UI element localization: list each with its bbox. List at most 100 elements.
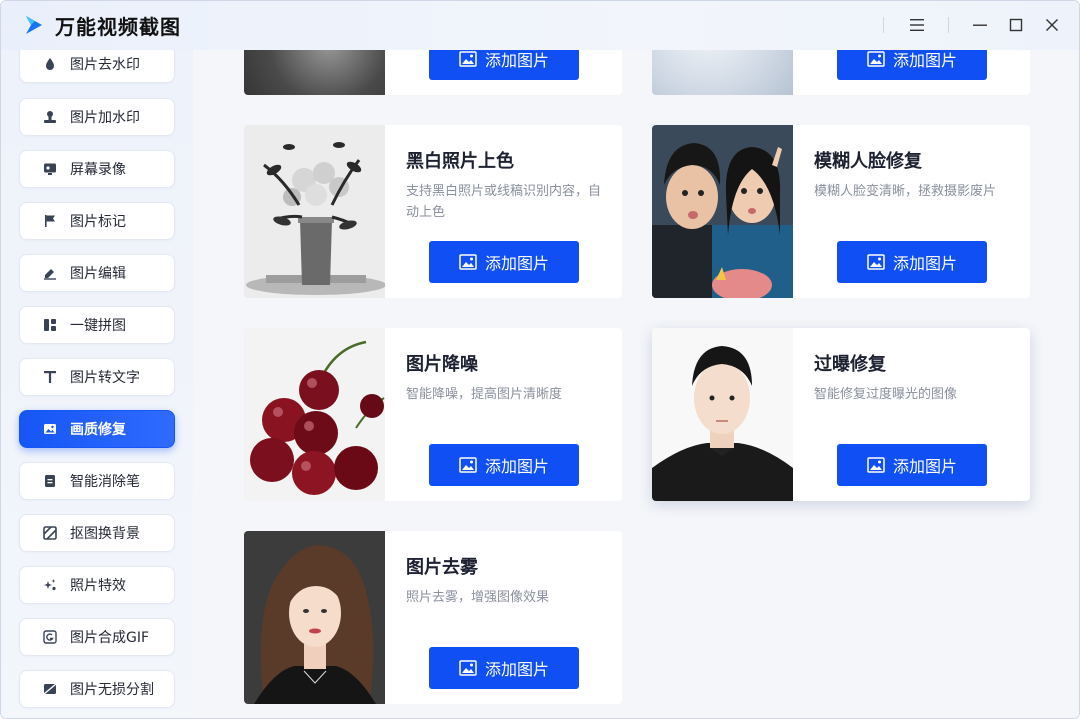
add-image-button-label: 添加图片 (892, 254, 957, 273)
gif-icon (42, 629, 58, 645)
add-image-button-label: 添加图片 (484, 51, 549, 70)
partial-photo-thumbnail (244, 50, 385, 95)
titlebar-divider (948, 17, 949, 33)
sidebar-item-add-watermark[interactable]: 图片加水印 (19, 98, 175, 136)
sidebar-item-screen-record[interactable]: 屏幕录像 (19, 150, 175, 188)
add-image-button-label: 添加图片 (484, 254, 549, 273)
app-logo-icon (26, 16, 42, 34)
sidebar-item-remove-watermark[interactable]: 图片去水印 (19, 50, 175, 83)
sidebar-item-label: 画质修复 (70, 422, 126, 438)
add-image-button[interactable]: 添加图片 (429, 647, 579, 689)
sidebar-item-smart-eraser[interactable]: 智能消除笔 (19, 462, 175, 500)
card-title: 黑白照片上色 (406, 151, 514, 172)
card-title: 模糊人脸修复 (814, 151, 922, 172)
add-image-button-label: 添加图片 (892, 457, 957, 476)
maximize-icon (1009, 18, 1023, 32)
add-image-button[interactable]: 添加图片 (837, 444, 987, 486)
cutout-icon (42, 525, 58, 541)
sidebar-item-cutout-background[interactable]: 抠图换背景 (19, 514, 175, 552)
app-title: 万能视频截图 (55, 15, 181, 39)
add-image-button[interactable]: 添加图片 (837, 241, 987, 283)
title-bar: 万能视频截图 (1, 1, 1079, 50)
eraser-icon (42, 473, 58, 489)
sidebar-item-photo-effects[interactable]: 照片特效 (19, 566, 175, 604)
image-add-icon (459, 51, 477, 67)
stamp-icon (42, 109, 58, 125)
card-description: 智能降噪，提高图片清晰度 (406, 387, 563, 402)
sidebar-item-quality-repair[interactable]: 画质修复 (19, 410, 175, 448)
sidebar-item-label: 屏幕录像 (70, 162, 126, 178)
add-image-button-label: 添加图片 (892, 51, 957, 70)
sidebar-item-image-to-text[interactable]: 图片转文字 (19, 358, 175, 396)
sidebar-item-label: 图片标记 (70, 214, 126, 230)
feature-card-face-restore: 模糊人脸修复 模糊人脸变清晰，拯救摄影废片 添加图片 (652, 125, 1030, 298)
sidebar-item-label: 一键拼图 (70, 318, 126, 334)
sidebar-item-image-mark[interactable]: 图片标记 (19, 202, 175, 240)
sidebar: 图片去水印 图片加水印 屏幕录像 图片标记 图片编辑 一键拼图 图片转文字 画质… (1, 50, 193, 718)
feature-card-denoise: 图片降噪 智能降噪，提高图片清晰度 添加图片 (244, 328, 622, 501)
feature-card-colorize: 黑白照片上色 支持黑白照片或线稿识别内容，自动上色 添加图片 (244, 125, 622, 298)
edit-icon (42, 265, 58, 281)
add-image-button[interactable]: 添加图片 (429, 241, 579, 283)
sidebar-item-label: 抠图换背景 (70, 526, 140, 542)
card-description: 支持黑白照片或线稿识别内容，自动上色 (406, 184, 602, 220)
sidebar-item-label: 图片合成GIF (70, 630, 150, 646)
partial-photo-thumbnail (652, 50, 793, 95)
card-description: 照片去雾，增强图像效果 (406, 590, 550, 605)
sidebar-item-label: 图片编辑 (70, 266, 126, 282)
add-image-button[interactable]: 添加图片 (429, 50, 579, 80)
sidebar-item-collage[interactable]: 一键拼图 (19, 306, 175, 344)
flag-icon (42, 213, 58, 229)
sidebar-item-label: 图片无损分割 (70, 682, 154, 698)
image-add-icon (459, 457, 477, 473)
image-add-icon (459, 660, 477, 676)
couple-photo (652, 125, 793, 298)
sidebar-item-lossless-split[interactable]: 图片无损分割 (19, 670, 175, 708)
sparkle-icon (42, 577, 58, 593)
app-window: 万能视频截图 图片去水印 图片加水印 屏幕录像 图片标记 图片编辑 一键拼图 图… (0, 0, 1080, 719)
sidebar-item-label: 智能消除笔 (70, 474, 140, 490)
image-add-icon (867, 51, 885, 67)
text-icon (42, 369, 58, 385)
menu-icon (910, 19, 924, 31)
maximize-button[interactable] (1001, 11, 1031, 39)
sidebar-item-label: 图片转文字 (70, 370, 140, 386)
card-title: 图片降噪 (406, 354, 478, 375)
split-icon (42, 681, 58, 697)
image-icon (42, 421, 58, 437)
feature-card-partial: 添加图片 (652, 50, 1030, 95)
add-image-button-label: 添加图片 (484, 457, 549, 476)
man-portrait-photo (652, 328, 793, 501)
card-description: 智能修复过度曝光的图像 (814, 387, 958, 402)
drop-icon (42, 56, 58, 72)
sidebar-item-label: 图片去水印 (70, 57, 140, 73)
feature-card-partial: 添加图片 (244, 50, 622, 95)
main-content: 添加图片 添加图片 黑白照片上色 支持黑白照片或线稿识别内容，自动上色 添加图片… (193, 50, 1079, 718)
close-icon (1046, 19, 1058, 31)
sidebar-item-label: 图片加水印 (70, 110, 140, 126)
image-add-icon (867, 457, 885, 473)
menu-button[interactable] (902, 11, 932, 39)
image-add-icon (459, 254, 477, 270)
add-image-button[interactable]: 添加图片 (429, 444, 579, 486)
card-description: 模糊人脸变清晰，拯救摄影废片 (814, 184, 997, 199)
card-title: 过曝修复 (814, 354, 886, 375)
image-add-icon (867, 254, 885, 270)
feature-card-dehaze: 图片去雾 照片去雾，增强图像效果 添加图片 (244, 531, 622, 704)
feature-card-overexposure: 过曝修复 智能修复过度曝光的图像 添加图片 (652, 328, 1030, 501)
sidebar-item-label: 照片特效 (70, 578, 126, 594)
add-image-button[interactable]: 添加图片 (837, 50, 987, 80)
add-image-button-label: 添加图片 (484, 660, 549, 679)
minimize-button[interactable] (965, 11, 995, 39)
woman-portrait-photo (244, 531, 385, 704)
sidebar-item-make-gif[interactable]: 图片合成GIF (19, 618, 175, 656)
close-button[interactable] (1037, 11, 1067, 39)
titlebar-divider (883, 17, 884, 33)
card-title: 图片去雾 (406, 557, 478, 578)
minimize-icon (973, 24, 987, 26)
cherries-photo (244, 328, 385, 501)
sidebar-item-image-edit[interactable]: 图片编辑 (19, 254, 175, 292)
grid-icon (42, 317, 58, 333)
flower-vase-photo (244, 125, 385, 298)
screen-record-icon (42, 161, 58, 177)
